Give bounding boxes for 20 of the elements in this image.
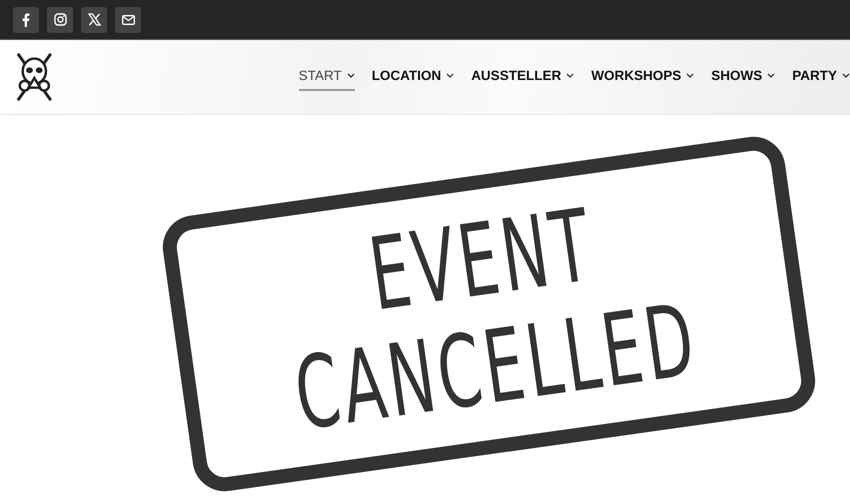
nav-menu-item[interactable]: LOCATION bbox=[372, 64, 454, 90]
nav-menu-item[interactable]: PARTY bbox=[792, 64, 850, 90]
caret-icon bbox=[346, 72, 355, 78]
caret-icon bbox=[842, 72, 850, 78]
social-link[interactable] bbox=[47, 6, 73, 32]
nav-menu-item[interactable]: SHOWS bbox=[711, 64, 776, 90]
caret-icon bbox=[446, 72, 454, 78]
nav-menu-item[interactable]: AUSSTELLER bbox=[471, 64, 574, 90]
x-logo-icon bbox=[88, 13, 100, 26]
email-link[interactable] bbox=[115, 6, 141, 32]
caret-icon bbox=[767, 72, 776, 78]
social-link[interactable] bbox=[13, 6, 39, 32]
caret-icon bbox=[686, 72, 694, 78]
social-link[interactable] bbox=[81, 6, 107, 32]
nav-menu-item[interactable]: START bbox=[298, 64, 355, 90]
envelope-icon bbox=[122, 14, 134, 24]
caret-icon bbox=[566, 72, 574, 78]
nav-menu-item[interactable]: WORKSHOPS bbox=[591, 64, 694, 90]
facebook-icon bbox=[22, 12, 30, 26]
instagram-icon bbox=[54, 13, 66, 26]
